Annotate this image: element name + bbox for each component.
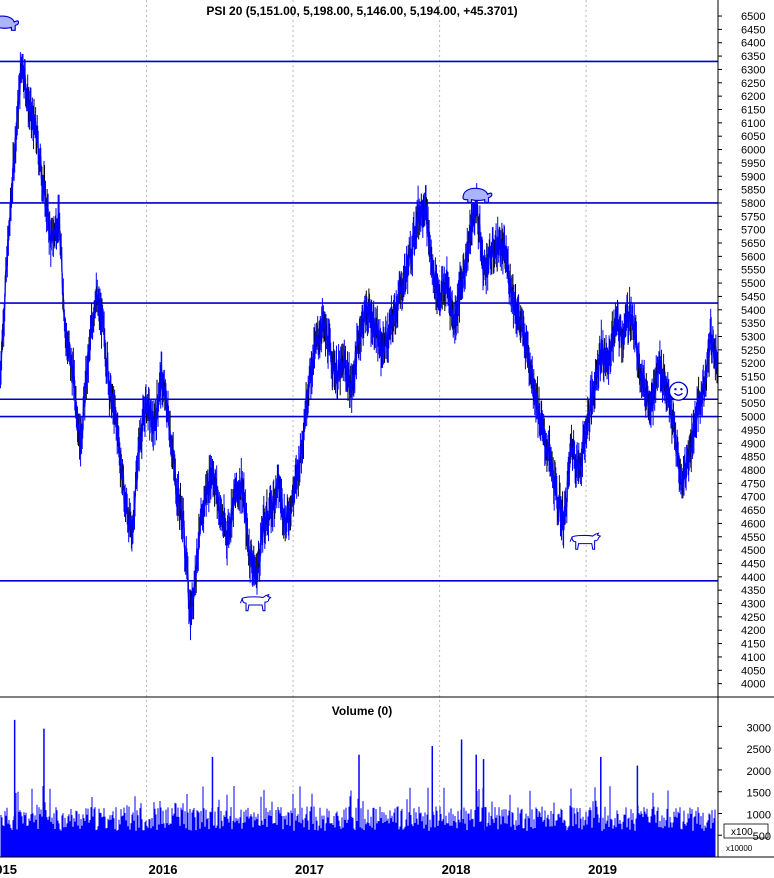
y-tick-label: 6500 (741, 11, 765, 23)
y-tick-label: 6100 (741, 118, 765, 130)
y-tick-label: 6450 (741, 24, 765, 36)
y-tick-label: 6250 (741, 78, 765, 90)
volume-unit-label-2: x10000 (726, 844, 753, 853)
y-tick-label: 5000 (741, 412, 765, 424)
y-tick-label: 4800 (741, 465, 765, 477)
y-tick-label: 4050 (741, 665, 765, 677)
y-tick-label: 4450 (741, 558, 765, 570)
y-tick-label: 4850 (741, 452, 765, 464)
smiley-icon (668, 381, 689, 401)
y-tick-label: 5650 (741, 238, 765, 250)
volume-layer (0, 719, 716, 857)
grid-layer (146, 0, 587, 857)
chart-root: 2015 2016 2017 2018 2019 4000 405041004150 4200… (0, 0, 774, 878)
y-tick-label: 4750 (741, 478, 765, 490)
price-chart-title: PSI 20 (5,151.00, 5,198.00, 5,146.00, 5,… (206, 4, 517, 18)
volume-chart-title: Volume (0) (332, 704, 392, 718)
bear-icon (0, 15, 20, 31)
smiley-eye (680, 388, 683, 391)
x-tick-label: 2016 (149, 862, 178, 877)
y-tick-label: 6400 (741, 38, 765, 50)
y-tick-label: 5550 (741, 265, 765, 277)
y-tick-label: 4400 (741, 572, 765, 584)
y-tick-label: 4700 (741, 492, 765, 504)
volume-tick-label: 2000 (747, 766, 771, 778)
y-tick-label: 5200 (741, 358, 765, 370)
y-tick-label: 6150 (741, 104, 765, 116)
volume-tick-label: 3000 (747, 722, 771, 734)
y-tick-label: 5250 (741, 345, 765, 357)
tick-labels-layer: 2015 2016 2017 2018 2019 4000 405041004150 4200… (0, 11, 771, 877)
y-tick-label: 5800 (741, 198, 765, 210)
y-tick-label: 6300 (741, 64, 765, 76)
y-tick-label: 4350 (741, 585, 765, 597)
volume-tick-label: 1500 (747, 788, 771, 800)
volume-tick-label: 500 (753, 831, 771, 843)
y-tick-label: 4550 (741, 532, 765, 544)
y-tick-label: 5700 (741, 225, 765, 237)
y-tick-label: 5100 (741, 385, 765, 397)
bull-icon (569, 532, 601, 550)
x-tick-label: 2019 (588, 862, 617, 877)
y-tick-label: 6200 (741, 91, 765, 103)
x-tick-label: 2015 (0, 862, 17, 877)
y-tick-label: 4950 (741, 425, 765, 437)
y-tick-label: 5900 (741, 171, 765, 183)
y-tick-label: 5950 (741, 158, 765, 170)
smiley-eye (674, 388, 677, 391)
smiley-face (668, 381, 689, 401)
y-tick-label: 6050 (741, 131, 765, 143)
x-tick-label: 2017 (295, 862, 324, 877)
volume-tick-label: 1000 (747, 809, 771, 821)
y-tick-label: 5450 (741, 291, 765, 303)
y-tick-label: 4000 (741, 679, 765, 691)
y-tick-label: 5600 (741, 251, 765, 263)
y-tick-label: 5350 (741, 318, 765, 330)
price-series-layer (0, 52, 719, 641)
bull-icon (239, 594, 272, 612)
bear-icon (462, 187, 493, 204)
y-tick-label: 5850 (741, 185, 765, 197)
y-tick-label: 6350 (741, 51, 765, 63)
y-tick-label: 4100 (741, 652, 765, 664)
y-tick-label: 5750 (741, 211, 765, 223)
y-tick-label: 4300 (741, 599, 765, 611)
y-tick-label: 4650 (741, 505, 765, 517)
y-tick-label: 4250 (741, 612, 765, 624)
y-tick-label: 4500 (741, 545, 765, 557)
y-tick-label: 5150 (741, 372, 765, 384)
volume-unit-label: x100 (731, 827, 753, 838)
y-tick-label: 5500 (741, 278, 765, 290)
y-tick-label: 4150 (741, 639, 765, 651)
y-tick-label: 4200 (741, 625, 765, 637)
y-tick-label: 6000 (741, 145, 765, 157)
x-tick-label: 2018 (442, 862, 471, 877)
y-tick-label: 5050 (741, 398, 765, 410)
volume-tick-label: 2500 (747, 744, 771, 756)
stock-chart: 2015 2016 2017 2018 2019 4000 405041004150 4200… (0, 0, 774, 877)
y-tick-label: 4600 (741, 518, 765, 530)
y-tick-label: 5300 (741, 331, 765, 343)
y-tick-label: 4900 (741, 438, 765, 450)
y-tick-label: 5400 (741, 305, 765, 317)
